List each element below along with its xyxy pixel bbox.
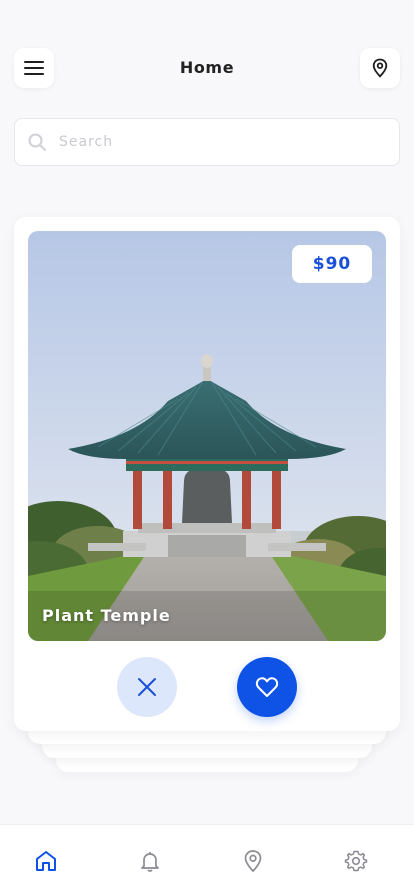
tab-home[interactable] <box>32 847 60 875</box>
tab-settings[interactable] <box>342 847 370 875</box>
heart-icon <box>255 677 279 697</box>
bottom-tab-bar <box>0 824 414 896</box>
search-bar[interactable] <box>14 118 400 166</box>
close-icon <box>138 678 156 696</box>
page-title: Home <box>179 58 235 77</box>
place-card[interactable]: $90 Plant Temple <box>14 217 400 731</box>
search-icon <box>28 133 46 151</box>
reject-button[interactable] <box>117 657 177 717</box>
place-photo: $90 Plant Temple <box>28 231 386 641</box>
map-pin-icon <box>372 58 388 78</box>
tab-location[interactable] <box>239 847 267 875</box>
search-input[interactable] <box>59 134 359 150</box>
location-button[interactable] <box>360 48 400 88</box>
home-icon <box>36 851 56 871</box>
gear-icon <box>344 850 368 872</box>
place-name: Plant Temple <box>42 606 171 625</box>
app-header: Home <box>0 0 414 110</box>
price-badge: $90 <box>292 245 372 283</box>
tab-notifications[interactable] <box>136 847 164 875</box>
map-pin-icon <box>244 850 262 873</box>
like-button[interactable] <box>237 657 297 717</box>
bell-icon <box>141 852 159 872</box>
